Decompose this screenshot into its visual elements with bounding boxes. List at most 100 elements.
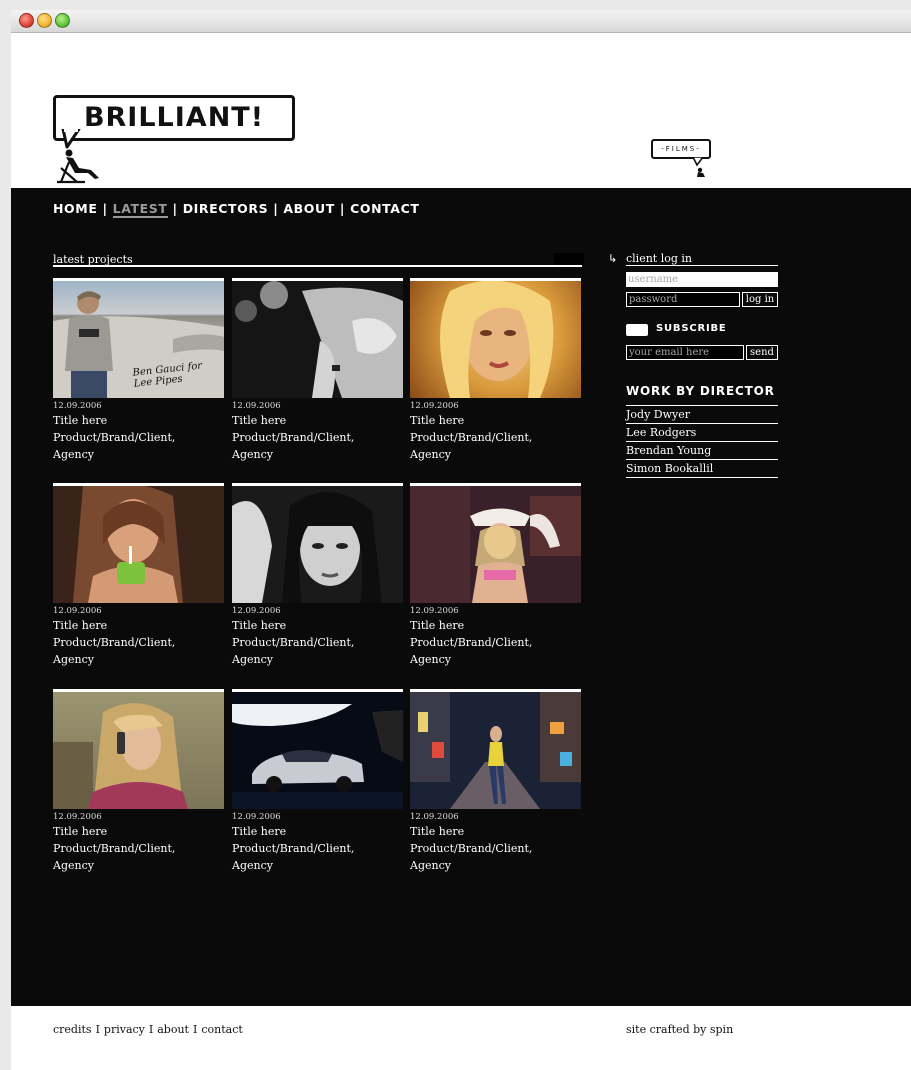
footer-separator: I bbox=[192, 1023, 198, 1036]
heading-divider bbox=[53, 265, 582, 267]
subscribe-heading: SUBSCRIBE bbox=[656, 323, 727, 334]
director-divider bbox=[626, 405, 778, 406]
project-client: Product/Brand/Client, Agency bbox=[53, 636, 176, 666]
project-client: Product/Brand/Client, Agency bbox=[410, 636, 533, 666]
login-button[interactable]: log in bbox=[742, 292, 778, 307]
project-title[interactable]: Title here bbox=[410, 412, 581, 429]
director-divider bbox=[626, 423, 778, 424]
director-divider bbox=[626, 459, 778, 460]
project-client: Product/Brand/Client, Agency bbox=[410, 842, 533, 872]
project-date: 12.09.2006 bbox=[53, 401, 102, 411]
project-date: 12.09.2006 bbox=[410, 606, 459, 616]
nav-latest[interactable]: LATEST bbox=[112, 201, 168, 218]
send-button[interactable]: send bbox=[746, 345, 778, 360]
project-date: 12.09.2006 bbox=[232, 401, 281, 411]
project-title[interactable]: Title here bbox=[232, 617, 403, 634]
close-window-button[interactable] bbox=[19, 13, 34, 28]
footer-contact-link[interactable]: contact bbox=[201, 1023, 242, 1036]
footer-privacy-link[interactable]: privacy bbox=[104, 1023, 145, 1036]
reclining-man-icon bbox=[57, 149, 99, 184]
nav-separator: | bbox=[273, 201, 279, 216]
project-client: Product/Brand/Client, Agency bbox=[232, 842, 355, 872]
minimize-window-button[interactable] bbox=[37, 13, 52, 28]
window-titlebar bbox=[11, 10, 911, 33]
brilliant-logo[interactable]: BRILLIANT! bbox=[53, 95, 295, 141]
username-input[interactable] bbox=[626, 272, 778, 287]
project-card[interactable]: 12.09.2006 Title here Product/Brand/Clie… bbox=[232, 689, 403, 874]
main-nav: HOME | LATEST | DIRECTORS | ABOUT | CONTACT bbox=[53, 201, 420, 218]
project-client: Product/Brand/Client, Agency bbox=[53, 431, 176, 461]
project-date: 12.09.2006 bbox=[53, 812, 102, 822]
director-divider bbox=[626, 441, 778, 442]
client-login-link[interactable]: client log in bbox=[626, 252, 692, 265]
project-card[interactable]: 12.09.2006 Title here Product/Brand/Clie… bbox=[410, 278, 581, 463]
footer-credits-link[interactable]: credits bbox=[53, 1023, 92, 1036]
project-card[interactable]: Ben Gauci for Lee Pipes 12.09.2006 Title… bbox=[53, 278, 224, 463]
project-title[interactable]: Title here bbox=[53, 412, 224, 429]
nav-home[interactable]: HOME bbox=[53, 201, 97, 216]
nav-separator: | bbox=[339, 201, 346, 216]
logo-text: BRILLIANT! bbox=[83, 102, 265, 133]
project-title[interactable]: Title here bbox=[232, 412, 403, 429]
phone-girl-photo bbox=[53, 703, 188, 809]
director-link-brendan-young[interactable]: Brendan Young bbox=[626, 444, 711, 457]
password-input[interactable] bbox=[626, 292, 740, 307]
project-client: Product/Brand/Client, Agency bbox=[53, 842, 176, 872]
project-title[interactable]: Title here bbox=[410, 823, 581, 840]
email-input[interactable] bbox=[626, 345, 744, 360]
footer-separator: I bbox=[148, 1023, 154, 1036]
login-divider bbox=[626, 265, 778, 266]
project-title[interactable]: Title here bbox=[53, 823, 224, 840]
project-client: Product/Brand/Client, Agency bbox=[232, 636, 355, 666]
nav-about[interactable]: ABOUT bbox=[283, 201, 335, 216]
work-by-director-heading: WORK BY DIRECTOR bbox=[626, 384, 775, 398]
nav-separator: | bbox=[102, 201, 108, 216]
project-thumbnail[interactable] bbox=[53, 689, 224, 809]
cowgirl-photo bbox=[410, 486, 581, 603]
arrow-right-icon: ↳ bbox=[608, 252, 618, 265]
project-card[interactable]: 12.09.2006 Title here Product/Brand/Clie… bbox=[410, 483, 581, 668]
project-date: 12.09.2006 bbox=[232, 606, 281, 616]
films-logo: -FILMS- bbox=[651, 139, 711, 159]
director-divider bbox=[626, 477, 778, 478]
car-photo bbox=[232, 692, 403, 809]
bangs-portrait-photo bbox=[232, 486, 403, 603]
project-date: 12.09.2006 bbox=[53, 606, 102, 616]
project-title[interactable]: Title here bbox=[53, 617, 224, 634]
project-date: 12.09.2006 bbox=[410, 812, 459, 822]
nav-separator: | bbox=[172, 201, 178, 216]
director-link-simon-bookallil[interactable]: Simon Bookallil bbox=[626, 462, 713, 475]
project-title[interactable]: Title here bbox=[410, 617, 581, 634]
zoom-window-button[interactable] bbox=[55, 13, 70, 28]
project-thumbnail[interactable] bbox=[232, 689, 403, 809]
main-content: HOME | LATEST | DIRECTORS | ABOUT | CONTACT late… bbox=[11, 188, 911, 1006]
director-link-lee-rodgers[interactable]: Lee Rodgers bbox=[626, 426, 696, 439]
heading-block bbox=[554, 253, 584, 265]
footer-about-link[interactable]: about bbox=[157, 1023, 189, 1036]
drink-girl-photo bbox=[53, 486, 224, 603]
project-card[interactable]: 12.09.2006 Title here Product/Brand/Clie… bbox=[53, 483, 224, 668]
films-text: -FILMS- bbox=[661, 145, 701, 153]
project-thumbnail[interactable] bbox=[232, 278, 403, 398]
bed-photo bbox=[232, 281, 403, 398]
city-street-photo bbox=[410, 692, 581, 809]
project-card[interactable]: 12.09.2006 Title here Product/Brand/Clie… bbox=[410, 689, 581, 874]
project-client: Product/Brand/Client, Agency bbox=[232, 431, 355, 461]
project-thumbnail[interactable] bbox=[410, 483, 581, 603]
project-thumbnail[interactable] bbox=[410, 278, 581, 398]
nav-contact[interactable]: CONTACT bbox=[350, 201, 419, 216]
project-date: 12.09.2006 bbox=[410, 401, 459, 411]
nav-directors[interactable]: DIRECTORS bbox=[183, 201, 269, 216]
project-card[interactable]: 12.09.2006 Title here Product/Brand/Clie… bbox=[53, 689, 224, 874]
project-thumbnail[interactable] bbox=[232, 483, 403, 603]
site-credit[interactable]: site crafted by spin bbox=[626, 1023, 733, 1036]
project-thumbnail[interactable]: Ben Gauci for Lee Pipes bbox=[53, 278, 224, 398]
project-card[interactable]: 12.09.2006 Title here Product/Brand/Clie… bbox=[232, 278, 403, 463]
project-thumbnail[interactable] bbox=[410, 689, 581, 809]
project-title[interactable]: Title here bbox=[232, 823, 403, 840]
project-card[interactable]: 12.09.2006 Title here Product/Brand/Clie… bbox=[232, 483, 403, 668]
films-figure-icon bbox=[692, 157, 705, 177]
blonde-portrait-photo bbox=[440, 281, 554, 398]
project-thumbnail[interactable] bbox=[53, 483, 224, 603]
director-link-jody-dwyer[interactable]: Jody Dwyer bbox=[626, 408, 690, 421]
